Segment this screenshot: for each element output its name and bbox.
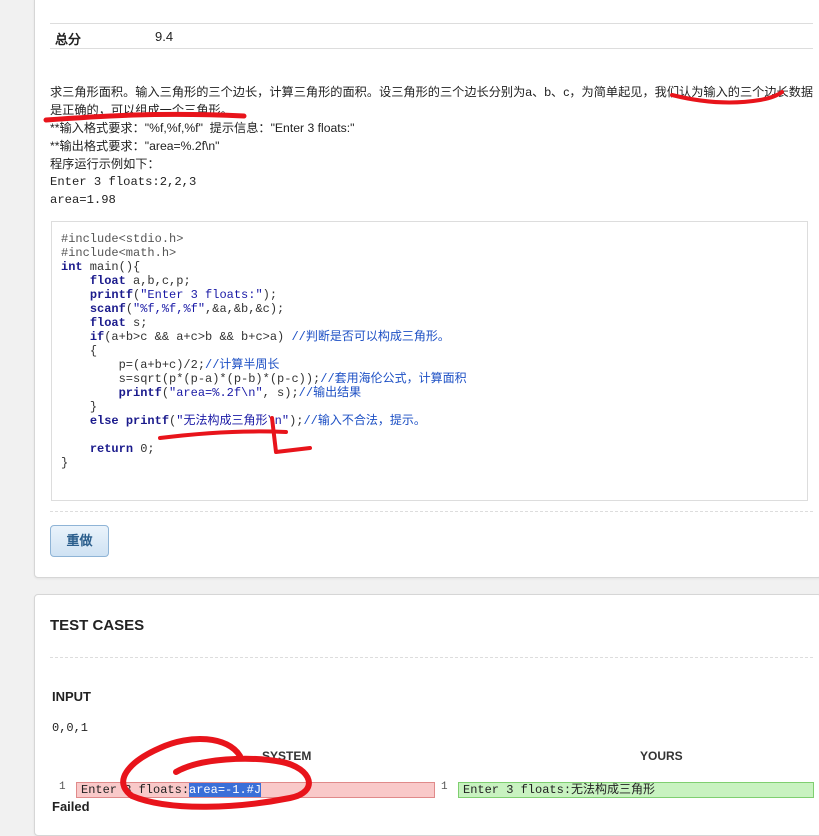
description-line: 求三角形面积。输入三角形的三个边长，计算三角形的面积。设三角形的三个边长分别为a… [50,85,814,99]
score-row: 总分 9.4 [50,23,813,49]
input-format-line: **输入格式要求："%f,%f,%f" 提示信息："Enter 3 floats… [50,121,355,135]
yours-column-header: YOURS [640,749,683,763]
system-column-header: SYSTEM [262,749,312,763]
source-code: #include<stdio.h> #include<math.h> int m… [61,232,467,470]
your-output: Enter 3 floats:无法构成三角形 [458,782,814,798]
example-input: Enter 3 floats:2,2,3 [50,175,197,189]
output-format-line: **输出格式要求："area=%.2f\n" [50,139,220,153]
problem-description: 求三角形面积。输入三角形的三个边长，计算三角形的面积。设三角形的三个边长分别为a… [50,83,814,209]
result-status: Failed [52,799,90,814]
system-output-prefix: Enter 3 floats: [81,783,190,797]
input-title: INPUT [52,689,91,704]
selected-text: area=-1.#J [189,783,262,797]
input-value: 0,0,1 [52,721,89,735]
description-line: 是正确的，可以组成一个三角形。 [50,103,233,117]
divider [50,511,813,512]
line-number: 1 [59,781,66,793]
divider [50,657,813,658]
line-number: 1 [441,781,448,793]
code-editor[interactable]: #include<stdio.h> #include<math.h> int m… [51,221,808,501]
test-cases-title: TEST CASES [50,617,145,634]
test-cases-panel: TEST CASES INPUT 0,0,1 SYSTEM YOURS 1 En… [34,594,819,836]
problem-panel: 总分 9.4 求三角形面积。输入三角形的三个边长，计算三角形的面积。设三角形的三… [34,0,819,578]
system-output: Enter 3 floats:area=-1.#J [76,782,435,798]
example-heading: 程序运行示例如下： [50,157,160,171]
score-value: 9.4 [155,29,174,44]
redo-button[interactable]: 重做 [50,525,109,557]
score-label: 总分 [55,32,82,47]
example-output: area=1.98 [50,193,116,207]
